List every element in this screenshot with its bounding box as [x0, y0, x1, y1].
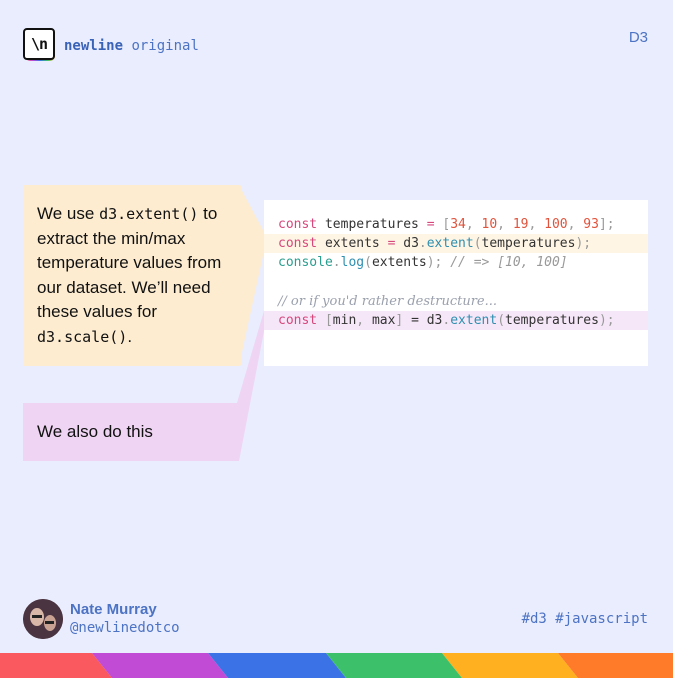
- topic-tag: D3: [628, 29, 648, 46]
- inline-code-scale: d3.scale(): [37, 327, 128, 346]
- brand-subtitle: original: [131, 38, 199, 54]
- brand: \n newline original: [23, 28, 199, 61]
- code-line-1: const temperatures = [34, 10, 19, 100, 9…: [278, 217, 615, 232]
- rainbow-stripe-orange: [558, 653, 673, 678]
- author-name: Nate Murray: [70, 601, 157, 618]
- newline-logo: \n: [23, 28, 55, 61]
- destructure-note: We also do this: [23, 403, 239, 461]
- logo-face: \n: [23, 28, 55, 60]
- code-line-3: console.log(extents); // => [10, 100]: [278, 255, 568, 270]
- code-line-5: const [min, max] = d3.extent(temperature…: [264, 311, 648, 330]
- author-info: Nate Murray @newlinedotco: [70, 600, 180, 638]
- code-line-2: const extents = d3.extent(temperatures);: [264, 234, 648, 253]
- brand-name: newline: [64, 38, 124, 54]
- rainbow-stripe-blue: [208, 653, 346, 678]
- rainbow-footer: [0, 653, 673, 678]
- pink-connector: [237, 311, 264, 461]
- hashtags: #d3 #javascript: [521, 611, 648, 627]
- note-text: We use: [37, 204, 100, 223]
- rainbow-stripe-purple: [92, 653, 228, 678]
- code-panel: const temperatures = [34, 10, 19, 100, 9…: [264, 200, 648, 366]
- yellow-connector: [239, 185, 264, 366]
- explanation-note: We use d3.extent() to extract the min/ma…: [23, 185, 241, 366]
- rainbow-stripe-yellow: [442, 653, 578, 678]
- brand-wordmark: newline original: [64, 38, 199, 54]
- inline-code-extent: d3.extent(): [99, 205, 199, 223]
- author-avatar: [23, 599, 63, 639]
- note-text: .: [127, 326, 133, 346]
- code-line-4: // or if you'd rather destructure...: [278, 294, 498, 309]
- author-handle: @newlinedotco: [70, 620, 180, 636]
- rainbow-stripe-green: [326, 653, 462, 678]
- author-block: Nate Murray @newlinedotco: [23, 599, 180, 639]
- avatar-photo-icon: [23, 599, 63, 639]
